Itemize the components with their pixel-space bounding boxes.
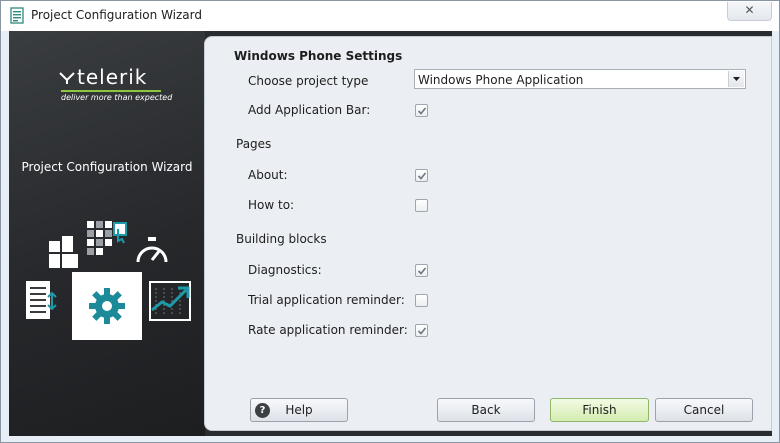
- about-label: About:: [248, 168, 288, 182]
- checkmark-icon: [417, 327, 427, 335]
- cancel-button[interactable]: Cancel: [655, 398, 753, 422]
- rate-reminder-label: Rate application reminder:: [248, 323, 408, 337]
- help-button[interactable]: ? Help: [250, 398, 348, 422]
- cancel-button-label: Cancel: [683, 403, 725, 417]
- wizard-content: telerik deliver more than expected Proje…: [9, 31, 772, 436]
- brand-panel: telerik deliver more than expected Proje…: [9, 31, 205, 436]
- diagnostics-checkbox[interactable]: [415, 264, 428, 277]
- project-type-select[interactable]: Windows Phone Application: [414, 69, 746, 89]
- wizard-window: Project Configuration Wizard ✕ telerik d…: [0, 0, 780, 443]
- checkmark-icon: [417, 172, 427, 180]
- gear-icon: [89, 288, 125, 324]
- logo-tagline: deliver more than expected: [61, 93, 173, 102]
- diagnostics-label: Diagnostics:: [248, 263, 322, 277]
- gear-tile: [72, 272, 142, 340]
- grid-touch-icon: [87, 221, 127, 255]
- help-button-label: Help: [285, 403, 313, 417]
- speedometer-icon: [136, 237, 168, 263]
- app-bar-checkbox[interactable]: [415, 104, 428, 117]
- trial-reminder-label: Trial application reminder:: [248, 293, 405, 307]
- finish-button[interactable]: Finish: [550, 398, 649, 422]
- logo-text: telerik: [77, 65, 148, 89]
- project-type-label: Choose project type: [248, 74, 369, 88]
- logo-underline: [61, 90, 161, 92]
- rate-reminder-checkbox[interactable]: [415, 324, 428, 337]
- list-touch-icon: [26, 281, 57, 319]
- finish-button-label: Finish: [582, 403, 617, 417]
- telerik-logo: telerik deliver more than expected: [59, 65, 179, 102]
- section-title: Windows Phone Settings: [234, 49, 403, 63]
- project-type-value: Windows Phone Application: [418, 73, 584, 87]
- document-list-icon: [10, 7, 24, 24]
- dropdown-arrow[interactable]: [728, 71, 744, 87]
- app-bar-label: Add Application Bar:: [248, 103, 371, 117]
- chart-trend-icon: [149, 281, 191, 321]
- wizard-heading: Project Configuration Wizard: [21, 160, 193, 174]
- title-bar: Project Configuration Wizard ✕: [1, 1, 779, 31]
- settings-panel: Windows Phone Settings Choose project ty…: [204, 36, 772, 431]
- telerik-mark-icon: [59, 72, 75, 84]
- building-blocks-group-label: Building blocks: [236, 232, 327, 246]
- window-title: Project Configuration Wizard: [31, 8, 202, 22]
- close-button[interactable]: ✕: [727, 2, 772, 21]
- checkmark-icon: [417, 107, 427, 115]
- checkmark-icon: [417, 267, 427, 275]
- about-checkbox[interactable]: [415, 169, 428, 182]
- chevron-down-icon: [733, 77, 740, 81]
- how-to-checkbox[interactable]: [415, 199, 428, 212]
- how-to-label: How to:: [248, 198, 295, 212]
- trial-reminder-checkbox[interactable]: [415, 294, 428, 307]
- close-icon: ✕: [744, 3, 755, 17]
- back-button-label: Back: [471, 403, 501, 417]
- pages-group-label: Pages: [236, 137, 272, 151]
- back-button[interactable]: Back: [437, 398, 535, 422]
- help-icon: ?: [255, 403, 270, 418]
- tiles-icon: [49, 236, 78, 268]
